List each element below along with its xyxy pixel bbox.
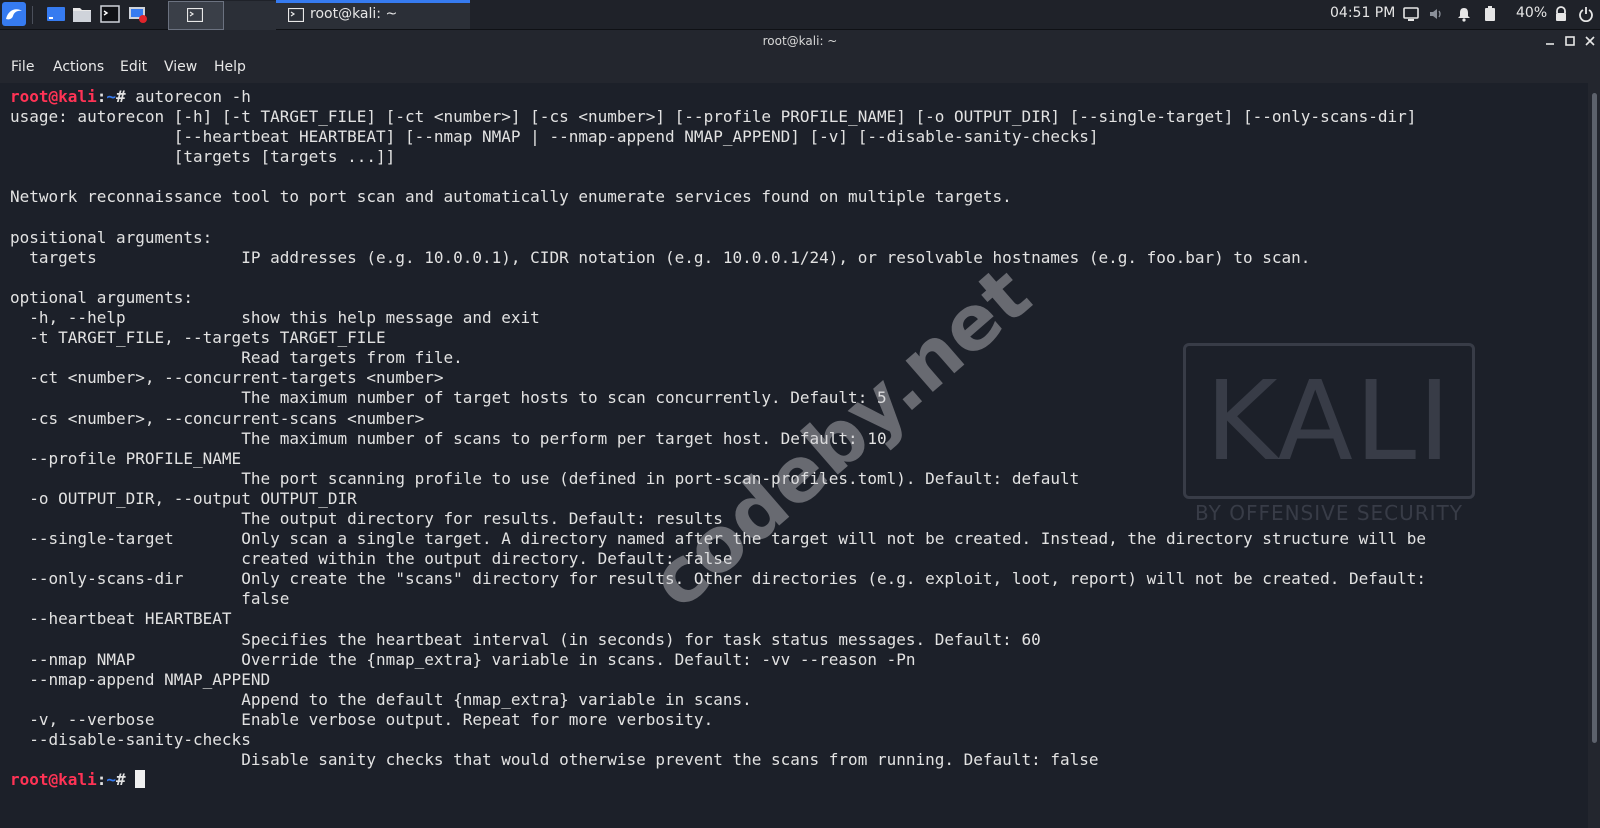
menu-help[interactable]: Help: [214, 59, 246, 75]
taskbar-task-terminal[interactable]: root@kali: ~: [276, 0, 470, 29]
terminal-icon[interactable]: [100, 5, 120, 23]
taskbar-window-terminal-button[interactable]: [168, 1, 224, 30]
scrollbar-thumb[interactable]: [1592, 93, 1597, 743]
window-title: root@kali: ~: [762, 34, 838, 48]
menu-edit[interactable]: Edit: [120, 59, 147, 75]
prompt-path: ~: [106, 770, 116, 790]
kali-dragon-icon[interactable]: [2, 2, 26, 26]
menu-bar: File Actions Edit View Help: [0, 54, 1600, 82]
minimize-icon[interactable]: [1543, 34, 1557, 48]
display-icon[interactable]: [1403, 6, 1419, 22]
terminal-output: root@kali:~# autorecon -h usage: autorec…: [10, 87, 1426, 790]
help-output: usage: autorecon [-h] [-t TARGET_FILE] […: [10, 107, 1427, 770]
lock-icon[interactable]: [1553, 6, 1569, 22]
close-icon[interactable]: [1583, 34, 1597, 48]
menu-file[interactable]: File: [11, 59, 34, 75]
prompt-suffix: #: [115, 770, 136, 790]
text-cursor[interactable]: [135, 770, 146, 789]
terminal-area[interactable]: KALI BY OFFENSIVE SECURITY root@kali:~# …: [0, 83, 1588, 828]
clock[interactable]: 04:51 PM: [1330, 5, 1395, 21]
menu-actions[interactable]: Actions: [53, 59, 104, 75]
prompt-separator: :: [96, 87, 107, 106]
terminal-scrollbar[interactable]: [1590, 83, 1600, 828]
maximize-icon[interactable]: [1563, 34, 1577, 48]
file-manager-icon[interactable]: [72, 5, 92, 23]
command-text: autorecon -h: [135, 87, 251, 106]
screen-recorder-icon[interactable]: [128, 5, 148, 23]
task-title: root@kali: ~: [310, 6, 398, 22]
prompt-user: root@kali: [10, 87, 97, 106]
notification-bell-icon[interactable]: [1456, 6, 1472, 22]
prompt-user: root@kali: [10, 770, 97, 790]
prompt-separator: :: [96, 770, 107, 790]
show-desktop-icon[interactable]: [46, 5, 66, 23]
taskbar-empty-slot[interactable]: [224, 1, 276, 30]
volume-icon[interactable]: [1428, 6, 1444, 22]
top-taskbar: root@kali: ~ 04:51 PM 40%: [0, 0, 1600, 30]
window-titlebar[interactable]: root@kali: ~: [0, 30, 1600, 54]
menu-view[interactable]: View: [164, 59, 197, 75]
prompt-suffix: #: [115, 87, 136, 106]
prompt-path: ~: [106, 87, 116, 106]
active-task-indicator: [276, 0, 470, 3]
battery-icon[interactable]: [1484, 6, 1496, 22]
battery-percentage: 40%: [1516, 5, 1548, 21]
power-icon[interactable]: [1578, 6, 1594, 22]
terminal-icon: [288, 8, 304, 22]
taskbar-separator: [32, 6, 33, 24]
terminal-icon: [187, 8, 203, 22]
